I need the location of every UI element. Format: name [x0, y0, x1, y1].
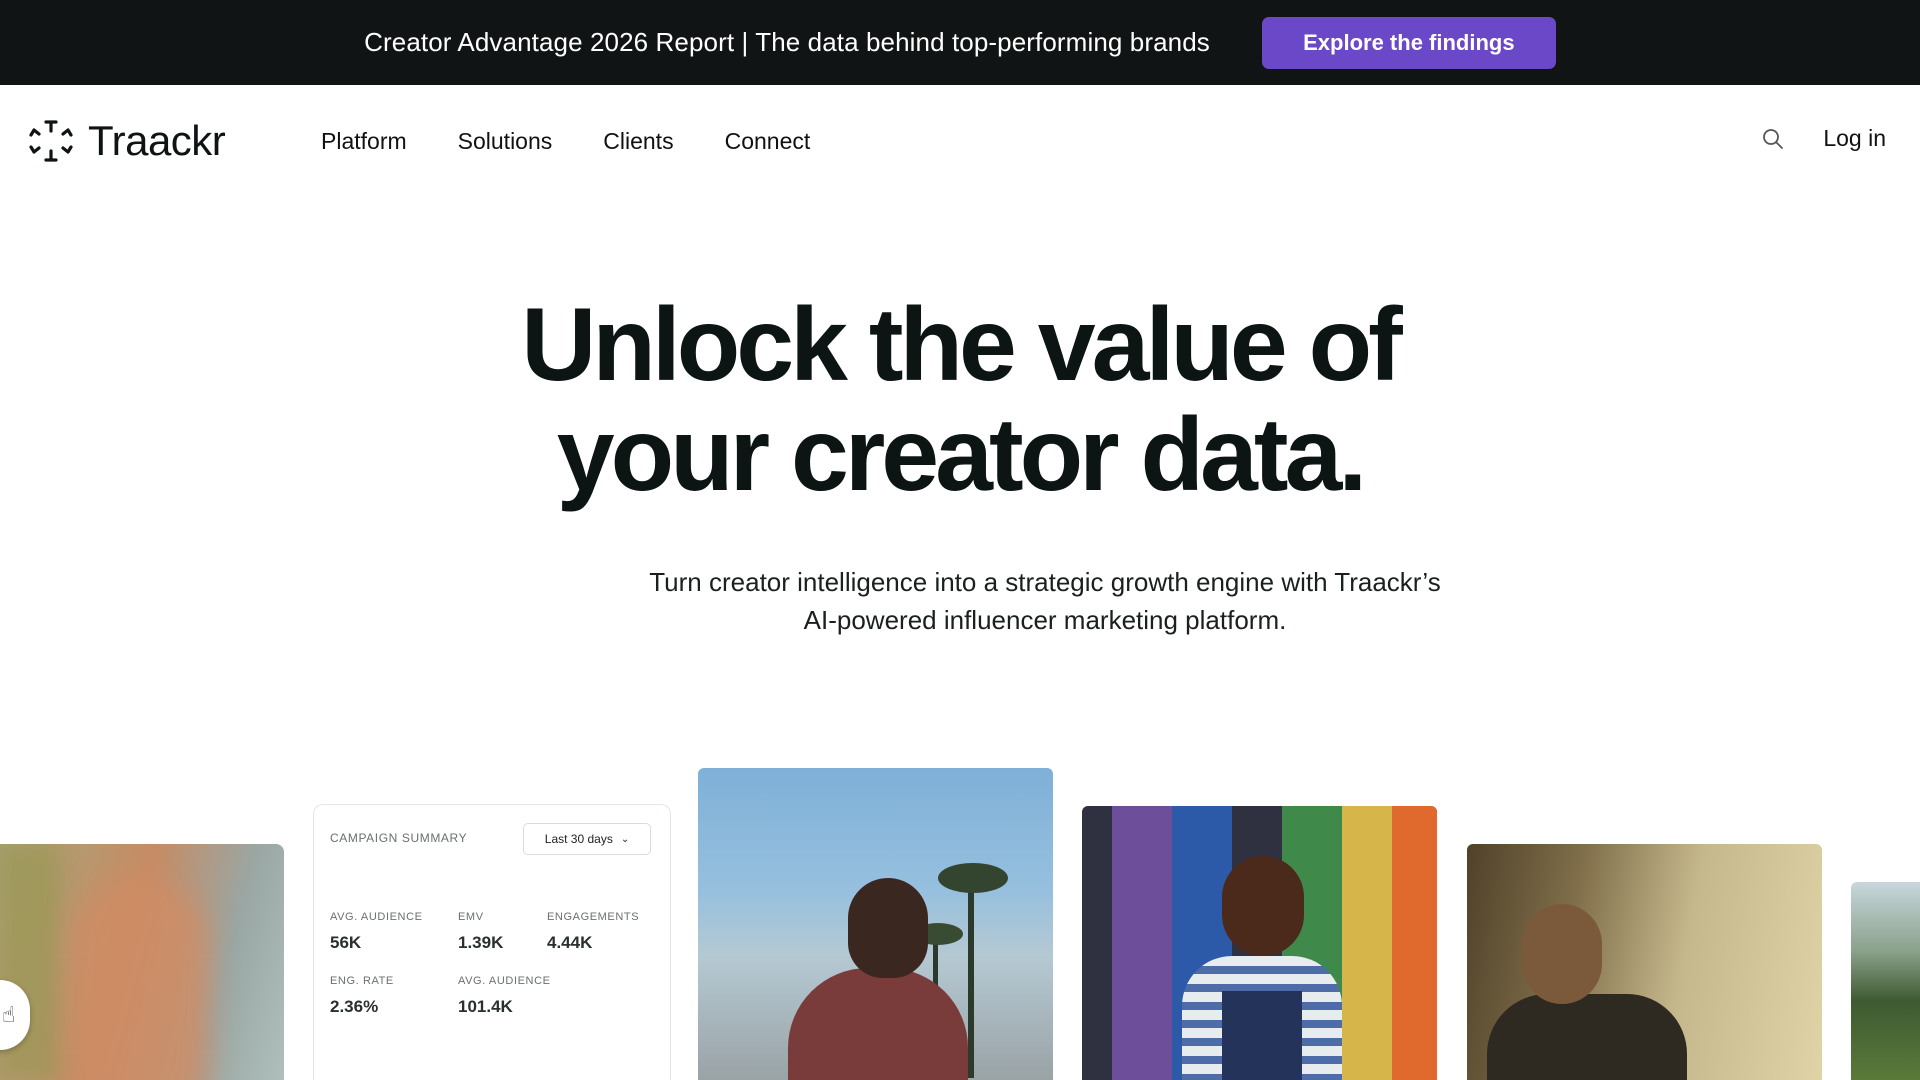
login-link[interactable]: Log in [1823, 125, 1886, 152]
nav-link-clients[interactable]: Clients [603, 128, 673, 155]
metric-label: ENG. RATE [330, 975, 394, 987]
logo[interactable]: Traackr [28, 117, 226, 165]
logo-icon [29, 120, 73, 162]
date-range-select[interactable]: Last 30 days ⌄ [523, 823, 651, 855]
hand-icon: ☝ [2, 1002, 16, 1027]
metric-avg-audience-2: AVG. AUDIENCE 101.4K [458, 975, 551, 1017]
search-icon[interactable] [1761, 127, 1785, 151]
metric-emv: EMV 1.39K [458, 911, 503, 953]
campaign-summary-card: CAMPAIGN SUMMARY Last 30 days ⌄ AVG. AUD… [313, 804, 671, 1080]
metric-avg-audience: AVG. AUDIENCE 56K [330, 911, 423, 953]
chevron-down-icon: ⌄ [620, 833, 630, 845]
metric-label: AVG. AUDIENCE [330, 911, 423, 923]
creator-image-card [1851, 882, 1920, 1080]
metric-label: AVG. AUDIENCE [458, 975, 551, 987]
hero-title: Unlock the value of your creator data. [0, 290, 1920, 510]
hero-subtitle-line-2: AI-powered influencer marketing platform… [803, 605, 1287, 635]
creator-image-card [1467, 844, 1822, 1080]
creator-image-card [1082, 806, 1437, 1080]
creator-image-card [698, 768, 1053, 1080]
announcement-text: Creator Advantage 2026 Report | The data… [364, 27, 1210, 57]
nav-link-solutions[interactable]: Solutions [458, 128, 553, 155]
metric-value: 56K [330, 933, 362, 952]
metric-value: 1.39K [458, 933, 504, 952]
announcement-bar: Creator Advantage 2026 Report | The data… [0, 0, 1920, 85]
hero-title-line-1: Unlock the value of [521, 287, 1403, 403]
metric-engagements: ENGAGEMENTS 4.44K [547, 911, 639, 953]
nav-link-connect[interactable]: Connect [725, 128, 811, 155]
explore-findings-button[interactable]: Explore the findings [1261, 16, 1556, 69]
metric-eng-rate: ENG. RATE 2.36% [330, 975, 394, 1017]
nav-link-platform[interactable]: Platform [321, 128, 407, 155]
hero-subtitle: Turn creator intelligence into a strateg… [0, 563, 1920, 639]
hero-subtitle-line-1: Turn creator intelligence into a strateg… [649, 567, 1441, 597]
hero-title-line-2: your creator data. [556, 397, 1368, 513]
date-range-value: Last 30 days [544, 832, 613, 846]
campaign-summary-label: CAMPAIGN SUMMARY [330, 831, 468, 845]
metric-label: EMV [458, 911, 484, 923]
metric-value: 4.44K [547, 933, 593, 952]
nav-right: Log in [1761, 125, 1886, 152]
logo-text: Traackr [88, 117, 226, 164]
metric-label: ENGAGEMENTS [547, 911, 640, 923]
metric-value: 2.36% [330, 997, 379, 1016]
nav-links: Platform Solutions Clients Connect [321, 128, 810, 155]
metric-value: 101.4K [458, 997, 513, 1016]
creator-image-card [0, 844, 284, 1080]
main-nav: Traackr Platform Solutions Clients Conne… [0, 85, 1920, 201]
